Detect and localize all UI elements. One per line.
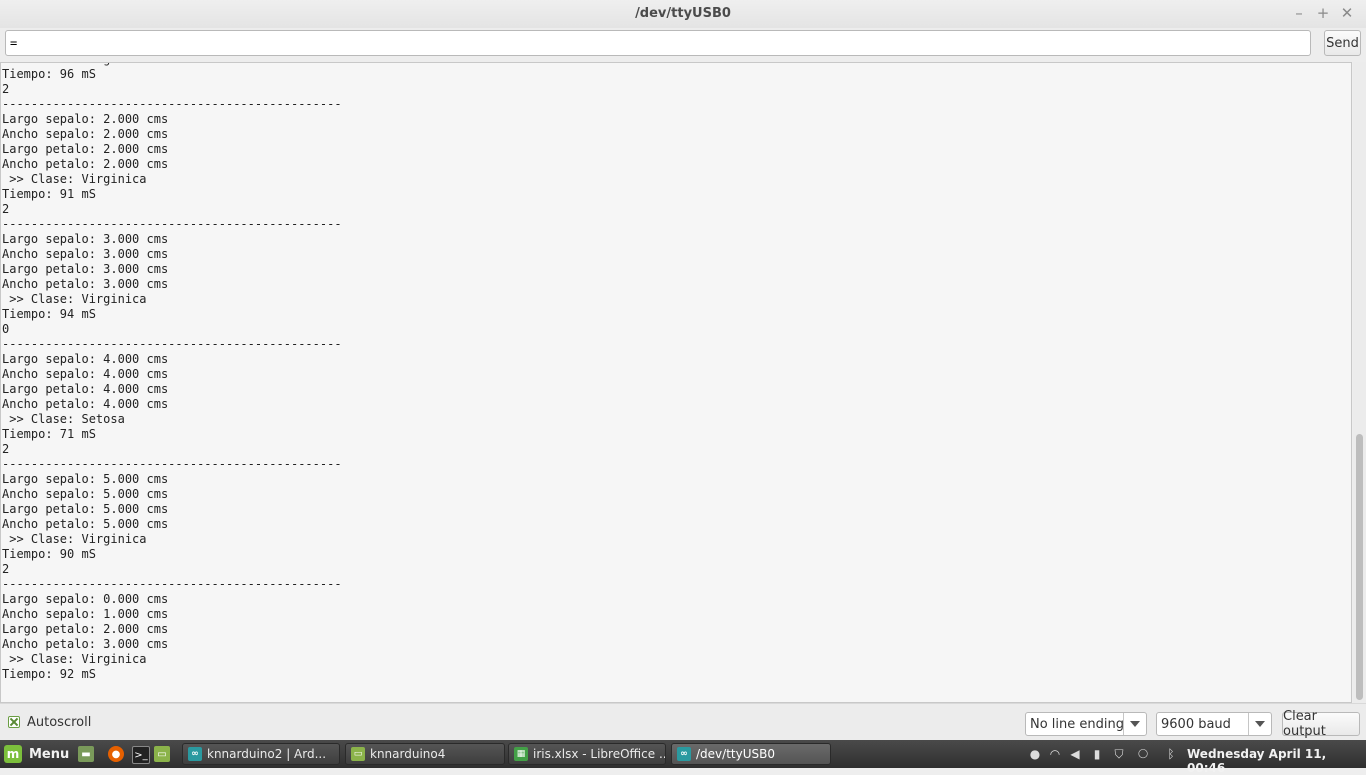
output-line: Largo petalo: 2.000 cms [2, 622, 169, 636]
arduino-icon: ∞ [188, 747, 202, 761]
output-line: 0 [2, 322, 10, 336]
output-line: Ancho sepalo: 5.000 cms [2, 487, 169, 501]
folder-icon: ▭ [351, 747, 365, 761]
terminal-icon[interactable]: >_ [132, 746, 150, 764]
output-line: ----------------------------------------… [2, 97, 342, 111]
send-button[interactable]: Send [1324, 30, 1361, 56]
serial-output[interactable]: >> Clase: VirginicaTiempo: 96 mS2-------… [0, 62, 1352, 703]
output-line: Ancho petalo: 3.000 cms [2, 637, 169, 651]
task-label: knnarduino2 | Ard... [207, 747, 327, 761]
output-line: Largo petalo: 3.000 cms [2, 262, 169, 276]
firefox-icon[interactable]: ● [108, 746, 124, 762]
menu-label: Menu [29, 746, 70, 762]
serial-input[interactable] [5, 30, 1311, 56]
line-ending-value: No line ending [1030, 717, 1124, 732]
output-line: Largo petalo: 4.000 cms [2, 382, 169, 396]
output-line: Largo sepalo: 2.000 cms [2, 112, 169, 126]
output-scrollbar[interactable] [1353, 62, 1366, 703]
autoscroll-checkbox[interactable] [8, 716, 20, 728]
task-label: /dev/ttyUSB0 [696, 747, 775, 761]
output-line: Tiempo: 96 mS [2, 67, 96, 81]
task-label: knnarduino4 [370, 747, 446, 761]
output-line: >> Clase: Virginica [2, 172, 147, 186]
output-line: ----------------------------------------… [2, 577, 342, 591]
intel-icon[interactable]: ◯ [1136, 747, 1150, 761]
window-title: /dev/ttyUSB0 [635, 6, 731, 21]
task-serial-monitor[interactable]: ∞ /dev/ttyUSB0 [671, 743, 831, 765]
window-titlebar[interactable]: /dev/ttyUSB0 – + ✕ [0, 0, 1366, 29]
files-icon[interactable]: ▭ [154, 746, 170, 762]
output-lines: >> Clase: VirginicaTiempo: 96 mS2-------… [2, 63, 342, 682]
output-line: 2 [2, 442, 10, 456]
close-icon[interactable]: ✕ [1339, 4, 1355, 22]
output-line: 2 [2, 202, 10, 216]
volume-icon[interactable]: ◀ [1068, 747, 1082, 761]
output-line: Ancho sepalo: 3.000 cms [2, 247, 169, 261]
output-line: Tiempo: 91 mS [2, 187, 96, 201]
shield-icon[interactable]: ⛉ [1112, 747, 1126, 761]
output-line: Largo petalo: 5.000 cms [2, 502, 169, 516]
monitor-footer: Autoscroll No line ending 9600 baud Clea… [0, 703, 1366, 741]
output-line: >> Clase: Virginica [2, 292, 147, 306]
send-row: Send [0, 28, 1366, 62]
output-line: 2 [2, 82, 10, 96]
user-icon[interactable]: ● [1028, 747, 1042, 761]
show-desktop-icon[interactable]: ▬ [78, 746, 94, 762]
scrollbar-thumb[interactable] [1356, 434, 1363, 700]
baud-value: 9600 baud [1161, 717, 1231, 732]
output-line: Ancho petalo: 2.000 cms [2, 157, 169, 171]
output-line: ----------------------------------------… [2, 457, 342, 471]
output-line: Ancho petalo: 3.000 cms [2, 277, 169, 291]
task-libreoffice[interactable]: ▦ iris.xlsx - LibreOffice ... [508, 743, 666, 765]
spreadsheet-icon: ▦ [514, 747, 528, 761]
output-line: Tiempo: 92 mS [2, 667, 96, 681]
output-line: ----------------------------------------… [2, 217, 342, 231]
wifi-icon[interactable]: ◠ [1048, 747, 1062, 761]
line-ending-select[interactable]: No line ending [1025, 712, 1147, 736]
chevron-down-icon [1123, 713, 1146, 735]
output-line: Largo sepalo: 4.000 cms [2, 352, 169, 366]
output-line: Ancho sepalo: 4.000 cms [2, 367, 169, 381]
output-line: Largo sepalo: 5.000 cms [2, 472, 169, 486]
minimize-icon[interactable]: – [1291, 4, 1307, 22]
output-line: >> Clase: Setosa [2, 412, 125, 426]
task-arduino-ide[interactable]: ∞ knnarduino2 | Ard... [182, 743, 340, 765]
task-file-manager[interactable]: ▭ knnarduino4 [345, 743, 505, 765]
output-line: Ancho petalo: 5.000 cms [2, 517, 169, 531]
output-line: Ancho sepalo: 1.000 cms [2, 607, 169, 621]
output-line: Tiempo: 90 mS [2, 547, 96, 561]
maximize-icon[interactable]: + [1315, 4, 1331, 22]
mint-logo-icon: m [4, 745, 22, 763]
baud-select[interactable]: 9600 baud [1156, 712, 1272, 736]
taskbar: m Menu ▬ ● >_ ▭ ∞ knnarduino2 | Ard... ▭… [0, 740, 1366, 775]
chevron-down-icon [1248, 713, 1271, 735]
autoscroll-label[interactable]: Autoscroll [27, 715, 91, 730]
clock[interactable]: Wednesday April 11, 00:46 [1187, 747, 1366, 775]
battery-icon[interactable]: ▮ [1090, 747, 1104, 761]
output-line: Largo petalo: 2.000 cms [2, 142, 169, 156]
output-line: Ancho petalo: 4.000 cms [2, 397, 169, 411]
output-line: Ancho sepalo: 2.000 cms [2, 127, 169, 141]
clear-output-button[interactable]: Clear output [1282, 709, 1360, 739]
arduino-icon: ∞ [677, 747, 691, 761]
task-label: iris.xlsx - LibreOffice ... [533, 747, 666, 761]
output-line: Largo sepalo: 0.000 cms [2, 592, 169, 606]
bluetooth-icon[interactable]: ᛒ [1164, 747, 1178, 761]
output-line: >> Clase: Virginica [2, 652, 147, 666]
menu-button[interactable]: m Menu [4, 744, 69, 764]
output-line: Tiempo: 94 mS [2, 307, 96, 321]
output-line: >> Clase: Virginica [2, 532, 147, 546]
output-line: Largo sepalo: 3.000 cms [2, 232, 169, 246]
output-line: ----------------------------------------… [2, 337, 342, 351]
output-line: 2 [2, 562, 10, 576]
output-line: Tiempo: 71 mS [2, 427, 96, 441]
